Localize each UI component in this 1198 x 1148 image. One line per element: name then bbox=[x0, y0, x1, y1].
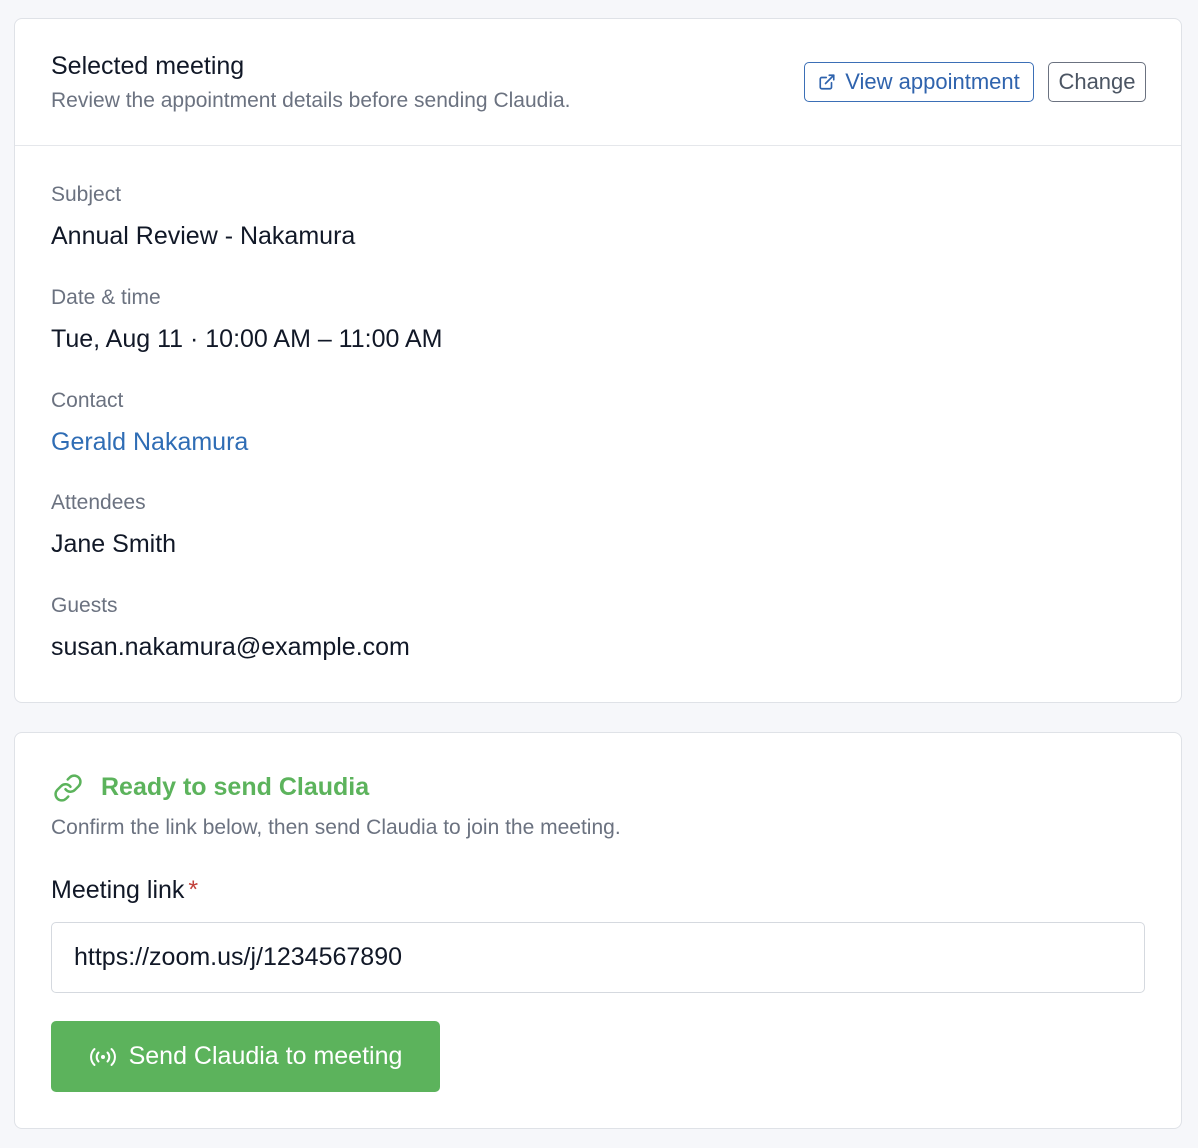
view-appointment-label: View appointment bbox=[845, 69, 1020, 94]
required-marker: * bbox=[188, 876, 199, 904]
subject-value: Annual Review - Nakamura bbox=[51, 222, 356, 250]
meeting-link-input[interactable] bbox=[51, 922, 1145, 993]
meeting-link-label: Meeting link * bbox=[51, 876, 198, 905]
attendees-value: Jane Smith bbox=[51, 530, 177, 558]
datetime-value: Tue, Aug 11 · 10:00 AM – 11:00 AM bbox=[51, 325, 443, 353]
selected-meeting-card: Selected meeting Review the appointment … bbox=[14, 18, 1182, 703]
card-subtitle: Review the appointment details before se… bbox=[51, 89, 571, 112]
card-header: Selected meeting Review the appointment … bbox=[15, 19, 1181, 146]
external-link-icon bbox=[819, 74, 835, 90]
link-icon bbox=[54, 774, 82, 802]
send-claudia-button[interactable]: Send Claudia to meeting bbox=[51, 1021, 440, 1092]
ready-status-title: Ready to send Claudia bbox=[101, 773, 370, 801]
change-button[interactable]: Change bbox=[1048, 62, 1146, 102]
contact-label: Contact bbox=[51, 389, 124, 412]
ready-status-description: Confirm the link below, then send Claudi… bbox=[51, 816, 621, 839]
guests-value: susan.nakamura@example.com bbox=[51, 633, 410, 661]
attendees-label: Attendees bbox=[51, 491, 146, 514]
contact-link[interactable]: Gerald Nakamura bbox=[51, 428, 248, 457]
card-title: Selected meeting bbox=[51, 52, 245, 80]
guests-label: Guests bbox=[51, 594, 118, 617]
subject-label: Subject bbox=[51, 183, 122, 206]
send-claudia-label: Send Claudia to meeting bbox=[128, 1042, 403, 1070]
view-appointment-button[interactable]: View appointment bbox=[804, 62, 1034, 102]
send-claudia-card: Ready to send Claudia Confirm the link b… bbox=[14, 732, 1182, 1129]
datetime-label: Date & time bbox=[51, 286, 161, 309]
meeting-link-label-text: Meeting link bbox=[51, 876, 185, 904]
broadcast-icon bbox=[89, 1047, 116, 1066]
